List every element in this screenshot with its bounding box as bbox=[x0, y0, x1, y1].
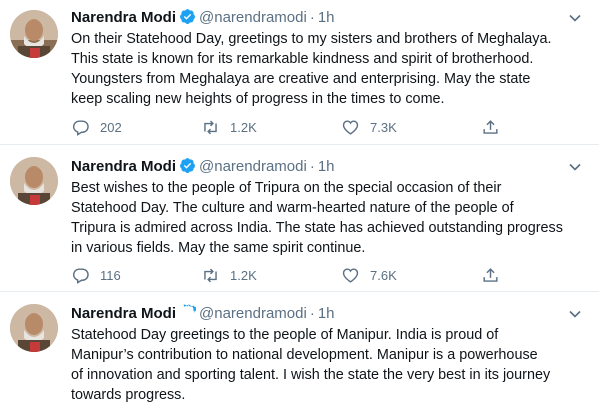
verified-badge-icon bbox=[180, 158, 195, 173]
tweet-header: Narendra Modi @narendramodi · 1h bbox=[71, 157, 587, 177]
timestamp[interactable]: 1h bbox=[318, 158, 335, 175]
reply-icon bbox=[72, 267, 89, 284]
chevron-down-icon[interactable] bbox=[565, 157, 585, 177]
tweet-feed: Narendra Modi @narendramodi · 1h On their S… bbox=[0, 0, 599, 409]
reply-count: 116 bbox=[100, 267, 121, 283]
timestamp[interactable]: 1h bbox=[318, 305, 335, 322]
tweet[interactable]: Narendra Modi @narendramodi · 1h Statehood … bbox=[0, 292, 599, 409]
like-button[interactable]: 7.3K bbox=[341, 117, 397, 137]
separator: · bbox=[309, 305, 315, 322]
reply-button[interactable]: 202 bbox=[71, 117, 122, 137]
reply-icon bbox=[72, 119, 89, 136]
retweet-button[interactable]: 1.2K bbox=[201, 117, 257, 137]
verified-badge-icon bbox=[183, 304, 197, 316]
like-count: 7.6K bbox=[370, 267, 397, 283]
separator: · bbox=[309, 9, 315, 26]
author-handle[interactable]: @narendramodi bbox=[199, 158, 307, 175]
author-handle[interactable]: @narendramodi bbox=[199, 305, 307, 322]
tweet-text: Best wishes to the people of Tripura on … bbox=[71, 180, 563, 256]
avatar[interactable] bbox=[10, 10, 58, 58]
separator: · bbox=[309, 158, 315, 175]
timestamp[interactable]: 1h bbox=[318, 9, 335, 26]
like-count: 7.3K bbox=[370, 119, 397, 135]
author-name[interactable]: Narendra Modi bbox=[71, 305, 176, 322]
tweet-text: On their Statehood Day, greetings to my … bbox=[71, 31, 552, 107]
verified-badge-icon bbox=[180, 9, 195, 24]
chevron-down-icon[interactable] bbox=[565, 304, 585, 324]
share-icon bbox=[483, 267, 498, 282]
tweet-header: Narendra Modi @narendramodi · 1h bbox=[71, 8, 587, 28]
chevron-down-icon[interactable] bbox=[565, 8, 585, 28]
tweet-text: Statehood Day greetings to the people of… bbox=[71, 327, 551, 403]
like-button[interactable]: 7.6K bbox=[341, 265, 397, 285]
share-icon bbox=[483, 119, 498, 134]
tweet[interactable]: Narendra Modi @narendramodi · 1h Best wishe… bbox=[0, 145, 599, 292]
author-handle[interactable]: @narendramodi bbox=[199, 9, 307, 26]
tweet[interactable]: Narendra Modi @narendramodi · 1h On their S… bbox=[0, 0, 599, 145]
tweet-actions: 116 1.2K 7.6K bbox=[71, 265, 589, 285]
avatar[interactable] bbox=[10, 304, 58, 352]
author-name[interactable]: Narendra Modi bbox=[71, 9, 176, 26]
retweet-icon bbox=[204, 268, 217, 282]
retweet-button[interactable]: 1.2K bbox=[201, 265, 257, 285]
avatar[interactable] bbox=[10, 157, 58, 205]
reply-count: 202 bbox=[100, 119, 122, 135]
retweet-count: 1.2K bbox=[230, 267, 257, 283]
like-icon bbox=[342, 267, 359, 283]
tweet-header: Narendra Modi @narendramodi · 1h bbox=[71, 304, 587, 324]
retweet-icon bbox=[204, 120, 217, 134]
reply-button[interactable]: 116 bbox=[71, 265, 121, 285]
author-name[interactable]: Narendra Modi bbox=[71, 158, 176, 175]
tweet-actions: 202 1.2K 7.3K bbox=[71, 117, 589, 137]
retweet-count: 1.2K bbox=[230, 119, 257, 135]
like-icon bbox=[342, 119, 359, 135]
share-button[interactable] bbox=[481, 265, 510, 285]
share-button[interactable] bbox=[481, 117, 510, 137]
